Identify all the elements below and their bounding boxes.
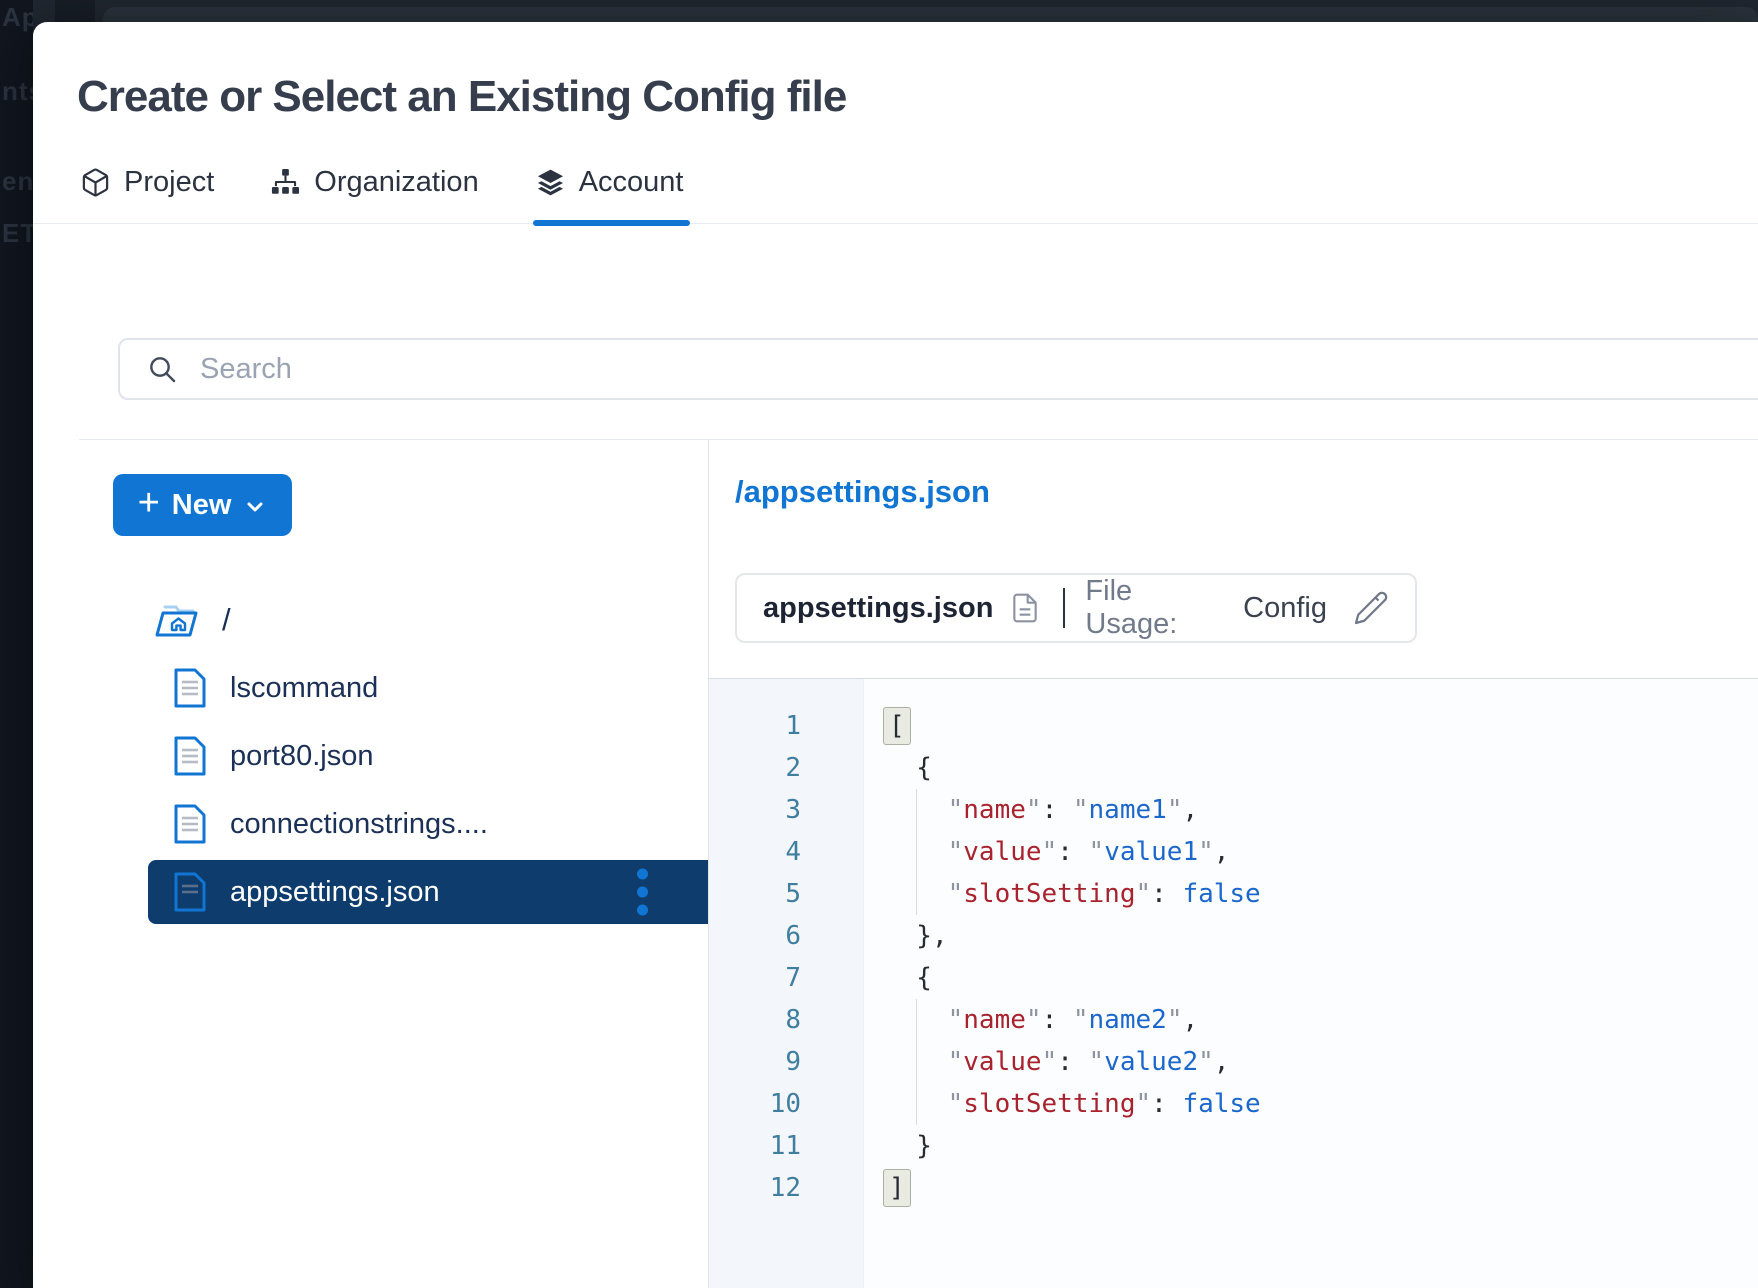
code-line[interactable]: 9 "value": "value2", [709, 1041, 1758, 1083]
screen: Api nts ents ETT Create or Select an Existi… [0, 0, 1758, 1288]
sidebar-text-fragment: ETT [2, 218, 33, 249]
document-icon [173, 667, 207, 709]
line-number: 6 [709, 915, 863, 957]
root-folder-label: / [222, 602, 231, 638]
file-name: lscommand [230, 672, 378, 705]
kebab-menu-icon[interactable] [633, 865, 652, 920]
line-number: 4 [709, 831, 863, 873]
code-text: "value": "value2", [863, 1041, 1229, 1083]
code-text: "name": "name2", [863, 999, 1198, 1041]
code-text: }, [863, 915, 948, 957]
new-button[interactable]: + New [113, 474, 292, 536]
line-number: 10 [709, 1083, 863, 1125]
code-text: } [863, 1125, 932, 1167]
code-line[interactable]: 10 "slotSetting": false [709, 1083, 1758, 1125]
sidebar-text-fragment: ents [2, 166, 33, 197]
indent-guide [916, 999, 917, 1125]
code-text: "value": "value1", [863, 831, 1229, 873]
line-number: 5 [709, 873, 863, 915]
code-text: "slotSetting": false [863, 1083, 1261, 1125]
code-line[interactable]: 6 }, [709, 915, 1758, 957]
tab-organization[interactable]: Organization [270, 166, 478, 223]
layers-icon [535, 167, 566, 198]
cube-icon [80, 167, 111, 198]
file-icon [1009, 591, 1041, 625]
code-text: { [863, 747, 932, 789]
tree-root-folder[interactable]: / [33, 598, 708, 642]
edit-pencil-icon[interactable] [1353, 590, 1389, 626]
file-usage-value: Config [1243, 592, 1327, 625]
tree-item-appsettings-selected[interactable]: appsettings.json [148, 860, 708, 924]
dialog-title: Create or Select an Existing Config file [77, 72, 1758, 122]
home-folder-icon [152, 600, 200, 640]
line-number: 1 [709, 705, 863, 747]
tree-item-port80[interactable]: port80.json [148, 724, 708, 788]
org-chart-icon [270, 167, 301, 198]
code-text: "name": "name1", [863, 789, 1198, 831]
file-usage-chip: appsettings.json File Usage: Config [735, 573, 1417, 643]
new-button-label: New [172, 489, 232, 522]
code-line[interactable]: 5 "slotSetting": false [709, 873, 1758, 915]
usage-file-name: appsettings.json [763, 592, 993, 625]
background-sidebar: Api nts ents ETT [0, 0, 33, 1288]
file-name: appsettings.json [230, 876, 440, 909]
tab-project[interactable]: Project [80, 166, 214, 223]
code-editor[interactable]: 1[2 {3 "name": "name1",4 "value": "value… [709, 679, 1758, 1288]
search-box[interactable] [118, 338, 1758, 400]
code-text: "slotSetting": false [863, 873, 1261, 915]
code-line[interactable]: 2 { [709, 747, 1758, 789]
code-line[interactable]: 1[ [709, 705, 1758, 747]
file-detail-panel: /appsettings.json appsettings.json File … [709, 440, 1758, 1288]
tree-item-lscommand[interactable]: lscommand [148, 656, 708, 720]
background-top-bar [33, 0, 1758, 22]
chevron-down-icon [243, 495, 267, 519]
tab-organization-label: Organization [314, 166, 478, 199]
file-tree: / lscommand [33, 598, 708, 928]
line-number: 7 [709, 957, 863, 999]
line-number: 9 [709, 1041, 863, 1083]
sidebar-text-fragment: Api [2, 2, 33, 33]
file-tree-panel: + New / [33, 440, 708, 1288]
config-file-dialog: Create or Select an Existing Config file… [33, 22, 1758, 1288]
background-top-segment [55, 0, 95, 22]
document-icon [173, 735, 207, 777]
file-path-link[interactable]: /appsettings.json [735, 474, 990, 510]
code-text: ] [863, 1167, 911, 1209]
file-usage-label: File Usage: [1085, 575, 1229, 641]
search-input[interactable] [200, 353, 1758, 386]
code-line[interactable]: 12] [709, 1167, 1758, 1209]
file-name: connectionstrings.... [230, 808, 488, 841]
line-number: 3 [709, 789, 863, 831]
separator [1063, 588, 1065, 628]
document-icon [173, 871, 207, 913]
code-text: [ [863, 705, 911, 747]
line-number: 11 [709, 1125, 863, 1167]
line-number: 8 [709, 999, 863, 1041]
line-number: 12 [709, 1167, 863, 1209]
code-lines: 1[2 {3 "name": "name1",4 "value": "value… [709, 679, 1758, 1209]
background-panel-top [103, 7, 1758, 22]
code-line[interactable]: 3 "name": "name1", [709, 789, 1758, 831]
code-line[interactable]: 8 "name": "name2", [709, 999, 1758, 1041]
tab-bar: Project Organization [33, 166, 1758, 224]
code-line[interactable]: 4 "value": "value1", [709, 831, 1758, 873]
tab-project-label: Project [124, 166, 214, 199]
document-icon [173, 803, 207, 845]
indent-guide [916, 789, 917, 915]
tab-account[interactable]: Account [535, 166, 684, 223]
code-line[interactable]: 7 { [709, 957, 1758, 999]
sidebar-text-fragment: nts [2, 76, 33, 107]
tab-account-label: Account [579, 166, 684, 199]
tree-item-connectionstrings[interactable]: connectionstrings.... [148, 792, 708, 856]
file-name: port80.json [230, 740, 374, 773]
search-icon [146, 353, 178, 385]
code-text: { [863, 957, 932, 999]
code-line[interactable]: 11 } [709, 1125, 1758, 1167]
line-number: 2 [709, 747, 863, 789]
